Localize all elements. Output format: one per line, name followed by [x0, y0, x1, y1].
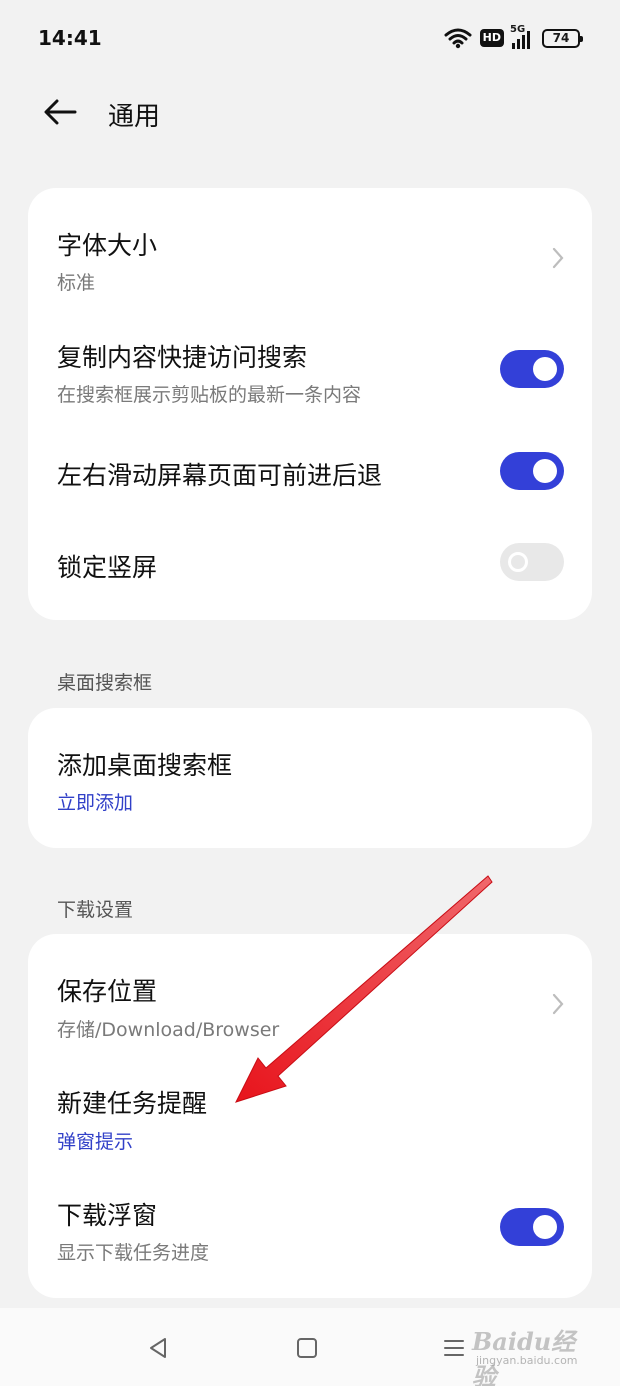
battery-icon: 74: [542, 28, 583, 48]
triangle-back-icon: [150, 1338, 166, 1358]
watermark-sub: jingyan.baidu.com: [476, 1354, 578, 1367]
section-label-desktop-search: 桌面搜索框: [57, 672, 153, 694]
status-icons: HD 5G 74: [444, 24, 583, 49]
lock-portrait-toggle[interactable]: [500, 543, 564, 581]
chevron-right-icon: [552, 247, 564, 269]
font-size-title: 字体大小: [57, 231, 158, 260]
back-arrow-icon: [44, 99, 77, 125]
swipe-nav-title: 左右滑动屏幕页面可前进后退: [57, 461, 383, 490]
font-size-row[interactable]: 字体大小 标准: [28, 188, 592, 306]
float-window-title: 下载浮窗: [57, 1201, 158, 1230]
save-location-row[interactable]: 保存位置 存储/Download/Browser: [28, 934, 592, 1048]
square-home-icon: [297, 1338, 317, 1358]
chevron-right-icon: [552, 993, 564, 1015]
signal-icon: 5G: [510, 24, 530, 49]
wifi-icon: [444, 28, 472, 49]
float-window-toggle[interactable]: [500, 1208, 564, 1246]
add-desktop-search-title: 添加桌面搜索框: [57, 751, 233, 780]
swipe-nav-toggle[interactable]: [500, 452, 564, 490]
add-desktop-search-row[interactable]: 添加桌面搜索框 立即添加: [28, 708, 592, 848]
float-window-subtitle: 显示下载任务进度: [57, 1242, 210, 1264]
task-reminder-value: 弹窗提示: [57, 1131, 134, 1153]
font-size-value: 标准: [57, 272, 96, 294]
back-button[interactable]: [40, 94, 80, 130]
float-window-row: 下载浮窗 显示下载任务进度: [28, 1160, 592, 1298]
toggle-knob: [533, 1215, 557, 1239]
nav-recents-button[interactable]: [434, 1328, 474, 1368]
download-settings-card: 保存位置 存储/Download/Browser 新建任务提醒 弹窗提示 下载浮…: [28, 934, 592, 1298]
save-location-title: 保存位置: [57, 977, 158, 1006]
copy-search-row: 复制内容快捷访问搜索 在搜索框展示剪贴板的最新一条内容: [28, 306, 592, 414]
toggle-knob: [533, 357, 557, 381]
battery-level: 74: [552, 31, 570, 45]
lock-portrait-title: 锁定竖屏: [57, 553, 158, 582]
app-header: 通用: [0, 76, 620, 148]
menu-lines-icon: [444, 1340, 464, 1356]
task-reminder-title: 新建任务提醒: [57, 1089, 208, 1118]
nav-home-button[interactable]: [287, 1328, 327, 1368]
hd-badge: HD: [479, 29, 504, 47]
general-settings-card: 字体大小 标准 复制内容快捷访问搜索 在搜索框展示剪贴板的最新一条内容 左右滑动…: [28, 188, 592, 620]
status-bar: 14:41 HD 5G 74: [0, 0, 620, 76]
nav-back-button[interactable]: [138, 1328, 178, 1368]
copy-search-title: 复制内容快捷访问搜索: [57, 343, 308, 372]
network-type: 5G: [510, 24, 526, 35]
section-label-download: 下载设置: [57, 899, 134, 921]
copy-search-subtitle: 在搜索框展示剪贴板的最新一条内容: [57, 384, 362, 406]
copy-search-toggle[interactable]: [500, 350, 564, 388]
lock-portrait-row: 锁定竖屏: [28, 514, 592, 620]
task-reminder-row[interactable]: 新建任务提醒 弹窗提示: [28, 1048, 592, 1160]
swipe-nav-row: 左右滑动屏幕页面可前进后退: [28, 414, 592, 514]
desktop-search-card: 添加桌面搜索框 立即添加: [28, 708, 592, 848]
page-title: 通用: [108, 102, 161, 132]
add-now-link[interactable]: 立即添加: [57, 788, 133, 815]
save-location-value: 存储/Download/Browser: [57, 1019, 280, 1041]
baidu-watermark: Baidu经验 jingyan.baidu.com: [472, 1322, 592, 1386]
toggle-knob: [533, 459, 557, 483]
status-time: 14:41: [38, 26, 102, 50]
toggle-knob: [508, 552, 528, 572]
